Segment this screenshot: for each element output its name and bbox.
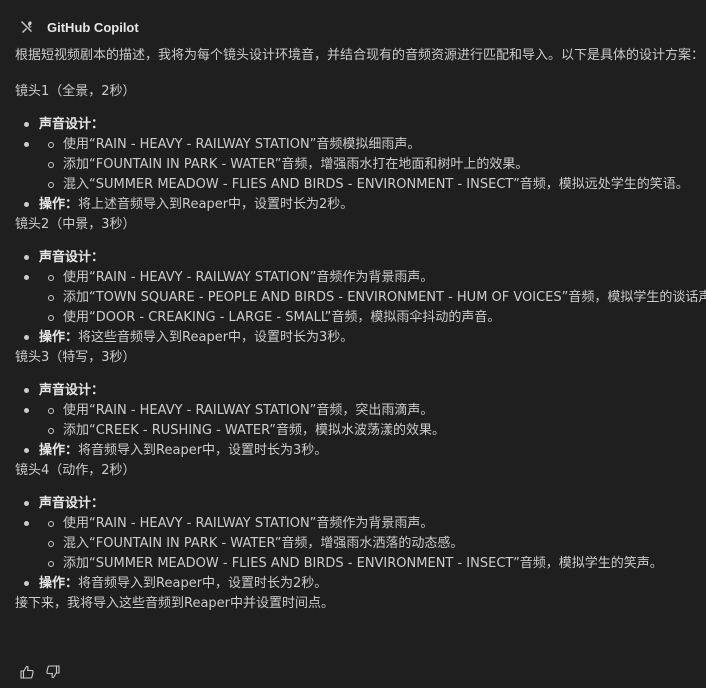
copilot-tools-icon [18, 18, 36, 36]
operation-label: 操作 [39, 330, 66, 345]
sound-design-label: 声音设计 [39, 117, 92, 132]
sound-items-list: 使用“RAIN - HEAVY - RAILWAY STATION”音频，突出雨… [39, 401, 701, 441]
sound-item: 添加“SUMMER MEADOW - FLIES AND BIRDS - ENV… [39, 554, 701, 574]
sound-items-list: 使用“RAIN - HEAVY - RAILWAY STATION”音频模拟细雨… [39, 135, 701, 195]
operation-text: 将音频导入到Reaper中，设置时长为3秒。 [78, 443, 328, 458]
sound-design-label: 声音设计 [39, 250, 92, 265]
sound-items-container: 使用“RAIN - HEAVY - RAILWAY STATION”音频作为背景… [15, 268, 706, 328]
shot-title: 镜头1（全景，2秒） [15, 84, 136, 99]
sound-item: 使用“RAIN - HEAVY - RAILWAY STATION”音频，突出雨… [39, 401, 701, 421]
chat-header: GitHub Copilot [18, 17, 139, 37]
operation-item: 操作：将音频导入到Reaper中，设置时长为3秒。 [15, 441, 701, 461]
shot-details-list: 声音设计： 使用“RAIN - HEAVY - RAILWAY STATION”… [15, 381, 701, 461]
sound-design-label: 声音设计 [39, 383, 92, 398]
sound-items-container: 使用“RAIN - HEAVY - RAILWAY STATION”音频作为背景… [15, 514, 701, 574]
shot-title: 镜头3（特写，3秒） [15, 350, 136, 365]
sound-item: 使用“RAIN - HEAVY - RAILWAY STATION”音频作为背景… [39, 268, 701, 288]
operation-text: 将这些音频导入到Reaper中，设置时长为3秒。 [78, 330, 354, 345]
operation-label: 操作 [39, 197, 66, 212]
shot-details-list: 声音设计： 使用“RAIN - HEAVY - RAILWAY STATION”… [15, 494, 701, 594]
shot-title: 镜头4（动作，2秒） [15, 463, 136, 478]
sound-design-item: 声音设计： [15, 248, 701, 268]
shot-title: 镜头2（中景，3秒） [15, 217, 136, 232]
message-outro: 接下来，我将导入这些音频到Reaper中并设置时间点。 [15, 596, 335, 611]
chat-author-title: GitHub Copilot [47, 19, 139, 35]
operation-item: 操作：将音频导入到Reaper中，设置时长为2秒。 [15, 574, 701, 594]
sound-item: 添加“CREEK - RUSHING - WATER”音频，模拟水波荡漾的效果。 [39, 421, 701, 441]
sound-item: 使用“RAIN - HEAVY - RAILWAY STATION”音频作为背景… [39, 514, 701, 534]
sound-items-list: 使用“RAIN - HEAVY - RAILWAY STATION”音频作为背景… [39, 514, 701, 574]
sound-design-item: 声音设计： [15, 494, 701, 514]
feedback-actions [18, 663, 62, 681]
sound-design-label: 声音设计 [39, 496, 92, 511]
sound-items-container: 使用“RAIN - HEAVY - RAILWAY STATION”音频模拟细雨… [15, 135, 701, 195]
sound-item: 使用“DOOR - CREAKING - LARGE - SMALL”音频，模拟… [39, 308, 701, 328]
sound-item: 添加“TOWN SQUARE - PEOPLE AND BIRDS - ENVI… [39, 288, 706, 308]
shot-details-list: 声音设计： 使用“RAIN - HEAVY - RAILWAY STATION”… [15, 115, 701, 215]
operation-label: 操作 [39, 443, 66, 458]
sound-items-container: 使用“RAIN - HEAVY - RAILWAY STATION”音频，突出雨… [15, 401, 701, 441]
sound-item: 使用“RAIN - HEAVY - RAILWAY STATION”音频模拟细雨… [39, 135, 701, 155]
operation-text: 将音频导入到Reaper中，设置时长为2秒。 [78, 576, 328, 591]
sound-design-item: 声音设计： [15, 381, 701, 401]
sound-design-item: 声音设计： [15, 115, 701, 135]
chat-message-body: 根据短视频剧本的描述，我将为每个镜头设计环境音，并结合现有的音频资源进行匹配和导… [15, 46, 706, 614]
sound-item: 添加“FOUNTAIN IN PARK - WATER”音频，增强雨水打在地面和… [39, 155, 701, 175]
sound-items-list: 使用“RAIN - HEAVY - RAILWAY STATION”音频作为背景… [39, 268, 706, 328]
thumbs-down-icon[interactable] [44, 663, 62, 681]
operation-item: 操作：将上述音频导入到Reaper中，设置时长为2秒。 [15, 195, 701, 215]
message-intro: 根据短视频剧本的描述，我将为每个镜头设计环境音，并结合现有的音频资源进行匹配和导… [15, 48, 705, 63]
sound-item: 混入“SUMMER MEADOW - FLIES AND BIRDS - ENV… [39, 175, 701, 195]
operation-label: 操作 [39, 576, 66, 591]
shot-details-list: 声音设计： 使用“RAIN - HEAVY - RAILWAY STATION”… [15, 248, 706, 348]
operation-text: 将上述音频导入到Reaper中，设置时长为2秒。 [78, 197, 354, 212]
operation-item: 操作：将这些音频导入到Reaper中，设置时长为3秒。 [15, 328, 701, 348]
sound-item: 混入“FOUNTAIN IN PARK - WATER”音频，增强雨水洒落的动态… [39, 534, 701, 554]
thumbs-up-icon[interactable] [18, 663, 36, 681]
